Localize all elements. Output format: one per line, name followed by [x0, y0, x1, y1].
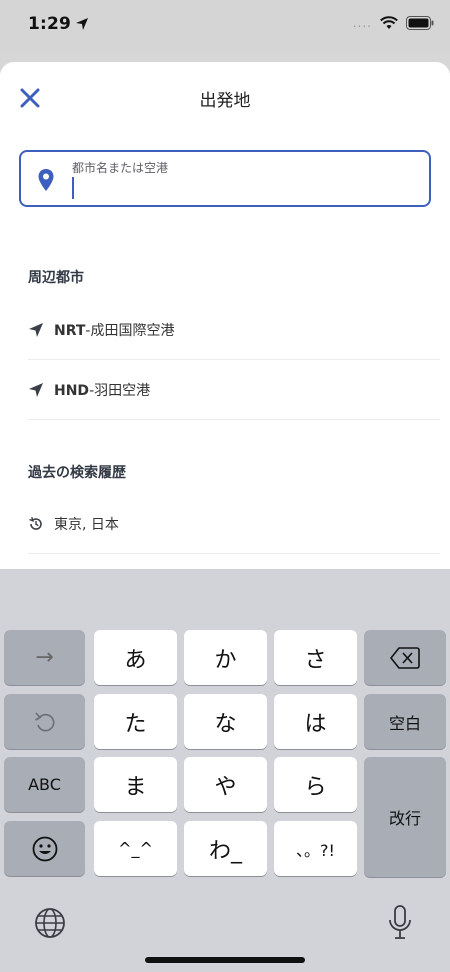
key-sa[interactable]: さ [274, 630, 357, 685]
history-icon [28, 516, 54, 532]
delete-key[interactable] [364, 630, 446, 685]
key-ta[interactable]: た [94, 694, 177, 749]
departure-sheet: 出発地 都市名または空港 周辺都市 NRT-成田国際空港 HND-羽田空港 過去… [0, 62, 450, 582]
status-indicators: .... [353, 16, 434, 30]
home-indicator [145, 957, 305, 963]
search-box[interactable]: 都市名または空港 [19, 150, 431, 207]
list-item-nrt[interactable]: NRT-成田国際空港 [28, 300, 440, 360]
undo-icon [34, 711, 54, 731]
emoji-key[interactable] [4, 821, 85, 876]
key-ka[interactable]: か [184, 630, 267, 685]
airport-name: -羽田空港 [89, 382, 151, 399]
key-punctuation[interactable]: 、。?! [274, 821, 357, 876]
key-ya[interactable]: や [184, 757, 267, 812]
backspace-icon [390, 646, 420, 669]
airport-name: -成田国際空港 [85, 322, 175, 339]
history-item-label: 東京, 日本 [54, 516, 119, 533]
battery-icon [406, 16, 434, 30]
dictation-button[interactable] [388, 905, 412, 945]
abc-key[interactable]: ABC [4, 757, 85, 812]
location-arrow-icon [76, 18, 89, 30]
list-item-hnd[interactable]: HND-羽田空港 [28, 360, 440, 420]
status-time: 1:29 [28, 14, 89, 34]
status-bar: 1:29 .... [0, 0, 450, 52]
navigation-arrow-icon [28, 382, 54, 398]
key-ha[interactable]: は [274, 694, 357, 749]
page-title: 出発地 [199, 91, 251, 111]
key-kaomoji[interactable]: ^_^ [94, 821, 177, 876]
list-item-history[interactable]: 東京, 日本 [28, 494, 440, 554]
wifi-icon [380, 16, 398, 29]
signal-dots: .... [352, 16, 372, 30]
nearby-item-label: NRT-成田国際空港 [54, 320, 174, 340]
nearby-item-label: HND-羽田空港 [54, 380, 150, 400]
globe-icon [35, 908, 65, 938]
text-caret [72, 177, 74, 199]
key-ra[interactable]: ら [274, 757, 357, 812]
airport-code: NRT [54, 322, 86, 339]
key-na[interactable]: な [184, 694, 267, 749]
key-ma[interactable]: ま [94, 757, 177, 812]
globe-button[interactable] [34, 907, 66, 943]
arrow-key[interactable]: → [4, 630, 85, 685]
emoji-icon [32, 836, 57, 861]
map-pin-icon [38, 169, 54, 191]
nearby-section-title: 周辺都市 [28, 270, 84, 286]
key-wa[interactable]: わ_ [184, 821, 267, 876]
search-input[interactable] [69, 174, 409, 202]
keyboard: → あ か さ た な は 空白 ABC ま や ら 改行 ^_^ わ_ 、。?… [0, 569, 450, 972]
time-label: 1:29 [28, 14, 72, 34]
space-key[interactable]: 空白 [364, 694, 446, 749]
history-section-title: 過去の検索履歴 [28, 465, 126, 481]
key-a[interactable]: あ [94, 630, 177, 685]
undo-key[interactable] [4, 694, 85, 749]
airport-code: HND [54, 382, 90, 399]
navigation-arrow-icon [28, 322, 54, 338]
microphone-icon [389, 905, 411, 939]
enter-key[interactable]: 改行 [364, 757, 446, 877]
